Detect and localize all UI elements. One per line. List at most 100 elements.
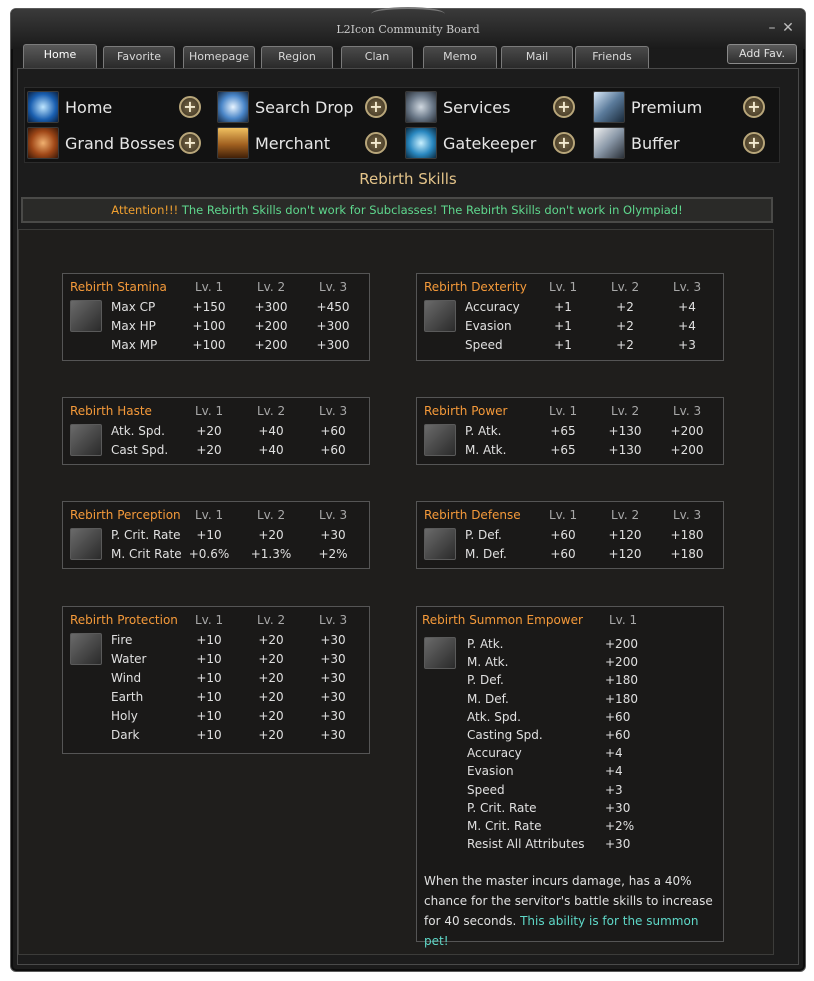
stat-value: +100: [192, 319, 226, 333]
skill-box: Rebirth Haste Lv. 1 Lv. 2 Lv. 3 Atk. Spd. +20…: [62, 397, 370, 465]
stat-label: Evasion: [465, 319, 512, 333]
stat-value: +20: [196, 443, 222, 457]
level-header: Lv. 2: [257, 280, 286, 294]
stat-label: Cast Spd.: [111, 443, 169, 457]
add-fav-button[interactable]: Add Fav.: [727, 44, 797, 64]
nav-item-search-drop[interactable]: Search Drop +: [217, 90, 397, 124]
add-premium-button[interactable]: +: [743, 96, 765, 118]
level-header: Lv. 2: [257, 508, 286, 522]
stat-label: Resist All Attributes: [467, 837, 585, 852]
stat-label: Max CP: [111, 300, 156, 314]
stat-value: +30: [320, 528, 346, 542]
nav-item-gatekeeper[interactable]: Gatekeeper +: [405, 126, 585, 160]
level-header: Lv. 2: [257, 613, 286, 627]
board-content: Home + Search Drop + Services + Premium …: [17, 68, 799, 965]
stat-label: P. Atk.: [465, 424, 502, 438]
stat-value: +300: [316, 319, 350, 333]
attention-prefix: Attention!!!: [111, 203, 179, 217]
stat-value: +100: [192, 338, 226, 352]
paw-icon[interactable]: [424, 637, 456, 669]
stat-label: Water: [111, 652, 147, 666]
skill-box-summon: Rebirth Summon Empower Lv. 1 P. Atk. +200 M.…: [416, 606, 724, 948]
shield-icon[interactable]: [424, 528, 456, 560]
skill-name: Rebirth Power: [424, 404, 508, 418]
close-icon[interactable]: ✕: [781, 21, 795, 35]
tab-friends[interactable]: Friends: [575, 46, 649, 68]
stat-value: +200: [254, 319, 288, 333]
nav-item-premium[interactable]: Premium +: [593, 90, 773, 124]
tab-home[interactable]: Home: [23, 44, 97, 68]
knight-icon: [593, 127, 625, 159]
portal-icon: [405, 127, 437, 159]
stat-value: +20: [258, 633, 284, 647]
stat-value: +60: [605, 728, 631, 742]
stat-value: +20: [258, 728, 284, 742]
nav-item-label: Grand Bosses: [65, 134, 175, 153]
nav-item-label: Home: [65, 98, 113, 117]
stat-value: +30: [320, 728, 346, 742]
stat-label: Casting Spd.: [467, 728, 543, 742]
stat-label: M. Crit. Rate: [467, 819, 542, 833]
level-header: Lv. 3: [673, 280, 702, 294]
stat-value: +30: [320, 652, 346, 666]
stat-value: +4: [678, 300, 696, 314]
stat-label: Holy: [111, 709, 138, 723]
stat-label: M. Atk.: [467, 655, 509, 670]
stat-label: Earth: [111, 690, 144, 704]
stat-value: +2: [616, 319, 634, 333]
nav-item-grand-bosses[interactable]: Grand Bosses +: [27, 126, 207, 160]
nav-item-buffer[interactable]: Buffer +: [593, 126, 773, 160]
stat-value: +40: [258, 443, 284, 457]
minimize-icon[interactable]: –: [765, 21, 779, 35]
attention-banner: Attention!!! The Rebirth Skills don't wo…: [21, 197, 773, 223]
tab-homepage[interactable]: Homepage: [183, 46, 255, 68]
add-grand-bosses-button[interactable]: +: [179, 132, 201, 154]
level-header: Lv. 2: [611, 508, 640, 522]
nav-item-label: Search Drop: [255, 98, 354, 117]
add-merchant-button[interactable]: +: [365, 132, 387, 154]
eye-icon[interactable]: [424, 300, 456, 332]
stat-value: +3: [605, 782, 623, 797]
stat-value: +300: [254, 300, 288, 314]
stat-value: +200: [670, 424, 704, 438]
stat-value: +3: [678, 338, 696, 352]
wheel-icon[interactable]: [70, 633, 102, 665]
home-icon: [27, 91, 59, 123]
tab-region[interactable]: Region: [261, 46, 333, 68]
stat-value: +30: [320, 671, 346, 685]
attention-text: The Rebirth Skills don't work for Subcla…: [181, 203, 683, 217]
stat-value: +20: [258, 709, 284, 723]
arrows-icon[interactable]: [70, 528, 102, 560]
stat-value: +65: [550, 424, 576, 438]
tab-favorite[interactable]: Favorite: [103, 46, 175, 68]
add-services-button[interactable]: +: [553, 96, 575, 118]
skill-name: Rebirth Perception: [70, 508, 181, 522]
nav-item-home[interactable]: Home +: [27, 90, 207, 124]
add-buffer-button[interactable]: +: [743, 132, 765, 154]
stat-value: +200: [254, 338, 288, 352]
stat-value: +150: [192, 300, 226, 314]
add-gatekeeper-button[interactable]: +: [553, 132, 575, 154]
add-search-drop-button[interactable]: +: [365, 96, 387, 118]
add-home-button[interactable]: +: [179, 96, 201, 118]
haste-icon[interactable]: [70, 424, 102, 456]
tab-clan[interactable]: Clan: [341, 46, 413, 68]
stat-value: +180: [605, 673, 638, 688]
tab-memo[interactable]: Memo: [423, 46, 497, 68]
nav-item-services[interactable]: Services +: [405, 90, 585, 124]
nav-item-merchant[interactable]: Merchant +: [217, 126, 397, 160]
level-header: Lv. 3: [319, 613, 348, 627]
stat-value: +2%: [605, 819, 635, 833]
tab-mail[interactable]: Mail: [501, 46, 573, 68]
stat-value: +10: [196, 633, 222, 647]
stat-label: M. Atk.: [465, 443, 507, 457]
stat-value: +60: [605, 709, 631, 724]
stamina-icon[interactable]: [70, 300, 102, 332]
skill-box: Rebirth Dexterity Lv. 1 Lv. 2 Lv. 3 Accuracy…: [416, 273, 724, 361]
title-bar[interactable]: L2Icon Community Board – ✕: [11, 7, 805, 49]
level-header: Lv. 2: [257, 404, 286, 418]
level-header: Lv. 1: [549, 404, 578, 418]
level-header: Lv. 3: [673, 404, 702, 418]
stat-value: +2: [616, 300, 634, 314]
power-icon[interactable]: [424, 424, 456, 456]
